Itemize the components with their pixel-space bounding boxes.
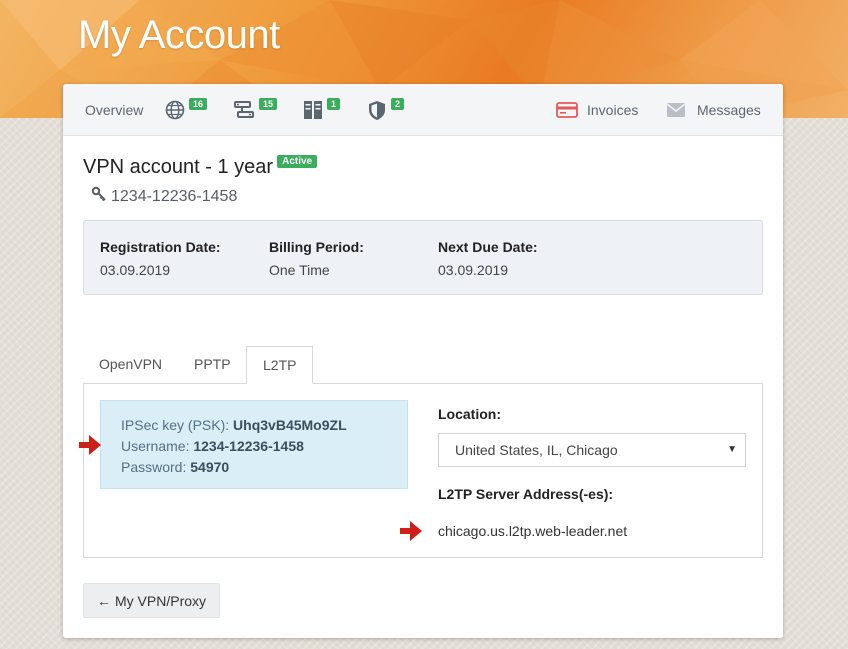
nav-servers[interactable]: 15 [233,84,278,136]
globe-count-badge: 16 [189,98,208,110]
registration-label: Registration Date: [100,239,221,255]
registration-value: 03.09.2019 [100,262,171,278]
registration-info: Registration Date: 03.09.2019 [100,239,221,278]
password-value: 54970 [190,459,230,475]
tab-openvpn[interactable]: OpenVPN [83,346,178,384]
location-label: Location: [438,406,501,422]
red-arrow-icon [75,431,103,464]
credit-card-icon [556,102,578,118]
billing-label: Billing Period: [269,239,364,255]
billing-info-box: Registration Date: 03.09.2019 Billing Pe… [83,220,763,295]
due-value: 03.09.2019 [438,262,509,278]
nav-storage[interactable]: 1 [303,84,341,136]
psk-label: IPSec key (PSK): [121,417,234,433]
server-network-icon [233,100,255,120]
account-nav: Overview 16 15 1 2 Invoices Messages [63,84,783,136]
password-row: Password: 54970 [121,457,387,478]
username-label: Username: [121,438,194,454]
tab-l2tp[interactable]: L2TP [246,346,314,384]
server-address-label: L2TP Server Address(-es): [438,486,614,502]
account-key: 1234-12236-1458 [111,187,238,205]
envelope-icon [666,102,686,118]
psk-row: IPSec key (PSK): Uhq3vB45Mo9ZL [121,415,387,436]
service-title-row: VPN account - 1 year Active [83,155,318,179]
nav-globe[interactable]: 16 [165,84,208,136]
billing-value: One Time [269,262,330,278]
nav-overview-label: Overview [85,102,144,118]
username-value: 1234-12236-1458 [193,438,304,454]
username-row: Username: 1234-12236-1458 [121,436,387,457]
server-address: chicago.us.l2tp.web-leader.net [438,523,628,539]
account-card: Overview 16 15 1 2 Invoices Messages VPN… [63,84,783,638]
location-selected-value: United States, IL, Chicago [455,442,618,458]
back-to-vpn-proxy-button[interactable]: ← My VPN/Proxy [83,583,221,618]
nav-shield[interactable]: 2 [367,84,405,136]
storage-count-badge: 1 [327,98,341,110]
tab-pptp[interactable]: PPTP [178,346,247,384]
arrow-left-icon: ← [97,592,111,609]
status-badge: Active [277,155,318,168]
page-title: My Account [78,13,280,57]
red-arrow-icon [396,517,424,550]
service-title: VPN account - 1 year [83,156,274,178]
credentials-box: IPSec key (PSK): Uhq3vB45Mo9ZL Username:… [100,400,408,489]
key-icon [91,186,107,207]
psk-value: Uhq3vB45Mo9ZL [233,417,347,433]
account-key-row: 1234-12236-1458 [91,186,237,207]
nav-overview[interactable]: Overview [85,84,143,136]
shield-count-badge: 2 [391,98,405,110]
nav-messages-label: Messages [697,102,761,118]
back-button-label: My VPN/Proxy [115,592,207,609]
shield-icon [367,100,387,121]
password-label: Password: [121,459,191,475]
location-select[interactable]: United States, IL, Chicago ▼ [438,433,746,467]
nav-messages[interactable]: Messages [666,84,761,136]
servers-count-badge: 15 [259,98,278,110]
server-rack-icon [303,100,323,120]
nav-invoices[interactable]: Invoices [556,84,638,136]
due-label: Next Due Date: [438,239,538,255]
chevron-down-icon: ▼ [727,444,737,455]
nav-invoices-label: Invoices [587,102,639,118]
billing-info: Billing Period: One Time [269,239,364,278]
due-info: Next Due Date: 03.09.2019 [438,239,538,278]
globe-icon [165,100,185,120]
